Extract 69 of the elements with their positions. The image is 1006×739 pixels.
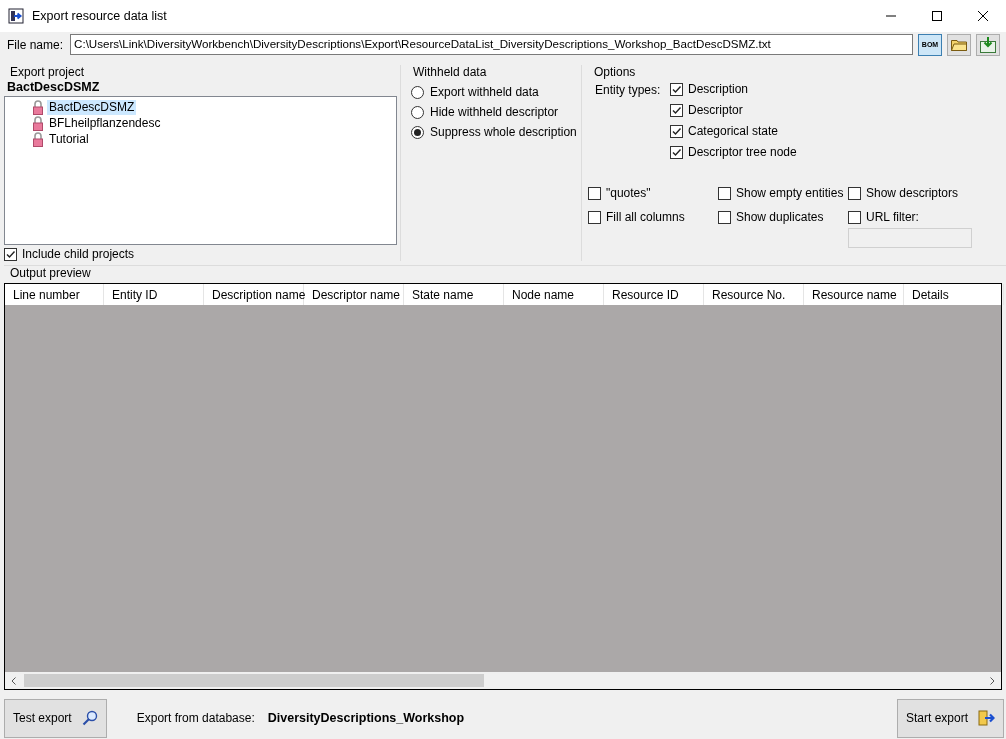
column-header[interactable]: Descriptor name <box>304 284 404 305</box>
radio-button[interactable] <box>411 85 424 99</box>
radio-label: Export withheld data <box>430 85 539 99</box>
radio-button[interactable] <box>411 125 424 139</box>
download-icon <box>980 36 996 53</box>
database-label: Export from database: <box>136 711 255 725</box>
checkbox-label: Fill all columns <box>606 210 685 224</box>
file-name-label: File name: <box>7 37 64 52</box>
project-item[interactable]: BactDescDSMZ <box>47 99 137 115</box>
checkbox-label: Show duplicates <box>736 210 824 224</box>
open-folder-button[interactable] <box>947 33 971 56</box>
scrollbar-thumb[interactable] <box>24 674 484 687</box>
maximize-icon[interactable] <box>932 11 942 21</box>
checkbox[interactable] <box>588 186 601 200</box>
radio-label: Hide withheld descriptor <box>430 105 559 119</box>
checkbox-label: Show descriptors <box>866 186 959 200</box>
group-label: Options <box>593 65 637 79</box>
checkbox[interactable] <box>718 210 731 224</box>
group-label: Output preview <box>4 265 1006 280</box>
entity-types-label: Entity types: <box>595 82 662 99</box>
group-label: Export project <box>9 65 86 79</box>
app-icon <box>8 8 24 24</box>
checkbox-label: Categorical state <box>688 124 779 138</box>
checkbox[interactable] <box>848 210 861 224</box>
checkbox-label: Show empty entities <box>736 186 844 200</box>
column-header[interactable]: Details <box>904 284 1004 305</box>
checkbox[interactable] <box>670 82 683 96</box>
horizontal-scrollbar[interactable] <box>5 672 1001 689</box>
column-header[interactable]: Resource name <box>804 284 904 305</box>
file-name-field[interactable]: C:\Users\Link\DiversityWorkbench\DiversityDescriptions\Export\ResourceDataList_DiversityDescriptions_Workshop_BactDescDSMZ.txt <box>70 34 913 55</box>
project-item[interactable]: BFLheilpflanzendesc <box>47 115 163 131</box>
group-label: Withheld data <box>412 65 488 79</box>
checkbox[interactable] <box>4 247 17 261</box>
padlock-icon <box>31 115 45 131</box>
project-item[interactable]: Tutorial <box>47 131 91 147</box>
checkbox[interactable] <box>848 186 861 200</box>
padlock-icon <box>31 99 45 115</box>
checkbox-label: Descriptor tree node <box>688 145 797 159</box>
padlock-icon <box>31 131 45 147</box>
url-filter-field[interactable] <box>848 228 972 248</box>
column-header[interactable]: Line number <box>5 284 104 305</box>
radio-label: Suppress whole description <box>430 125 577 139</box>
window-title: Export resource data list <box>32 9 167 23</box>
checkbox[interactable] <box>670 145 683 159</box>
checkbox-label: Include child projects <box>22 247 135 261</box>
search-icon <box>81 710 98 726</box>
checkbox-label: URL filter: <box>866 210 919 224</box>
checkbox-label: "quotes" <box>606 186 651 200</box>
column-header[interactable]: Node name <box>504 284 604 305</box>
current-project-label: BactDescDSMZ <box>6 80 101 94</box>
checkbox[interactable] <box>670 103 683 117</box>
checkbox[interactable] <box>670 124 683 138</box>
checkbox-label: Descriptor <box>688 103 743 117</box>
folder-icon <box>951 38 967 51</box>
start-export-button[interactable]: Start export <box>896 698 1004 738</box>
database-name: DiversityDescriptions_Workshop <box>267 711 465 725</box>
column-header[interactable]: Description name <box>204 284 304 305</box>
save-button[interactable] <box>976 33 1000 56</box>
column-header[interactable]: Resource No. <box>704 284 804 305</box>
export-door-icon <box>978 710 995 726</box>
column-header[interactable]: State name <box>404 284 504 305</box>
column-header[interactable]: Resource ID <box>604 284 704 305</box>
checkbox[interactable] <box>588 210 601 224</box>
column-header[interactable]: Entity ID <box>104 284 204 305</box>
checkbox-label: Description <box>688 82 749 96</box>
close-icon[interactable] <box>978 11 988 21</box>
radio-button[interactable] <box>411 105 424 119</box>
checkbox[interactable] <box>718 186 731 200</box>
test-export-button[interactable]: Test export <box>4 698 107 738</box>
